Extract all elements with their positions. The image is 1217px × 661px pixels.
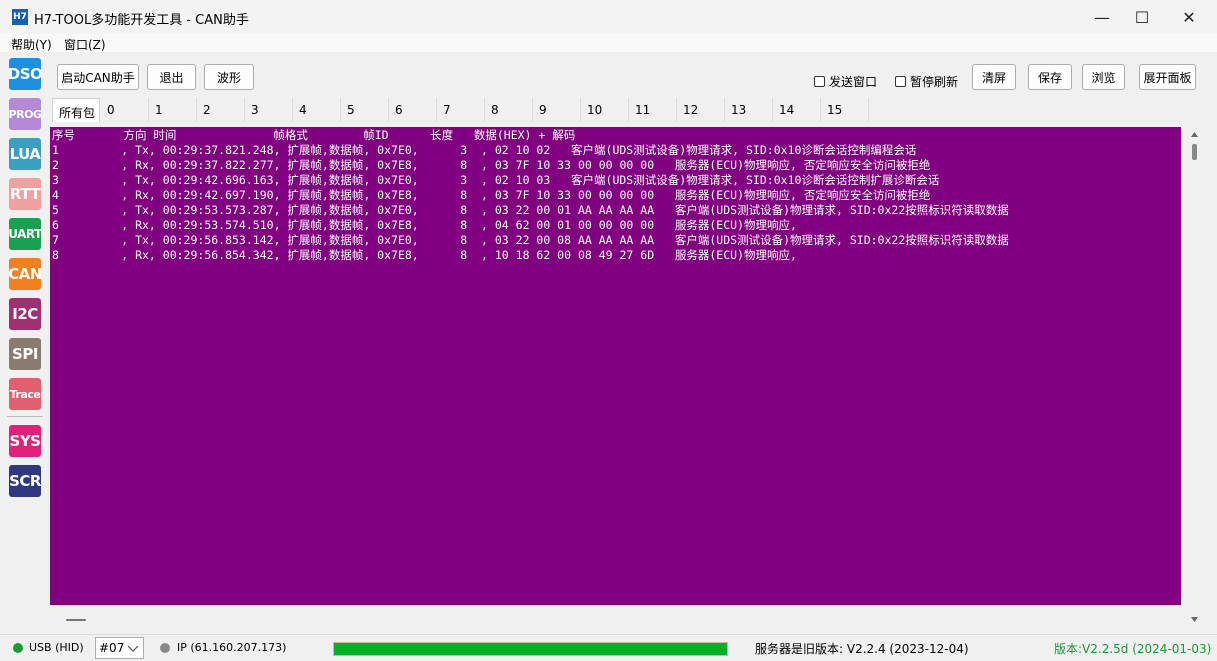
tab-15[interactable]: 15 — [821, 98, 869, 122]
tab-5[interactable]: 5 — [341, 98, 389, 122]
log-row: 6 , Rx, 00:29:53.574.510, 扩展帧,数据帧, 0x7E8… — [52, 218, 797, 232]
exit-button[interactable]: 退出 — [147, 64, 196, 90]
pause-refresh-checkbox[interactable]: 暂停刷新 — [895, 73, 958, 90]
usb-status: USB (HID) — [29, 641, 84, 654]
tab-10[interactable]: 10 — [581, 98, 629, 122]
sidebar-can-button[interactable]: CAN — [8, 258, 42, 290]
server-version-text: 服务器是旧版本: V2.2.4 (2023-12-04) — [755, 642, 969, 656]
save-button[interactable]: 保存 — [1028, 64, 1072, 90]
send-window-label: 发送窗口 — [829, 75, 878, 89]
sidebar-trace-button[interactable]: Trace — [9, 378, 41, 410]
sidebar-dso-button[interactable]: DSO — [8, 58, 43, 90]
sidebar-uart-button[interactable]: UART — [8, 218, 42, 250]
sidebar-scr-button[interactable]: SCR — [9, 465, 41, 497]
wave-button[interactable]: 波形 — [204, 64, 254, 90]
sidebar-spi-button[interactable]: SPI — [9, 338, 41, 370]
log-row: 4 , Rx, 00:29:42.697.190, 扩展帧,数据帧, 0x7E8… — [52, 188, 931, 202]
app-version-text: 版本:V2.2.5d (2024-01-03) — [1054, 642, 1212, 656]
maximize-button[interactable]: ☐ — [1119, 0, 1165, 34]
can-log-output[interactable]: 序号 方向 时间 帧格式 帧ID 长度 数据(HEX) + 解码 1 , Tx, … — [50, 127, 1181, 605]
horizontal-scrollbar[interactable] — [50, 611, 1181, 629]
tab-all-packets[interactable]: 所有包 — [52, 98, 100, 122]
menu-bar: 帮助(Y) 窗口(Z) — [0, 34, 1217, 52]
log-row: 3 , Tx, 00:29:42.696.163, 扩展帧,数据帧, 0x7E0… — [52, 173, 940, 187]
chevron-down-icon — [128, 646, 138, 652]
tab-9[interactable]: 9 — [533, 98, 581, 122]
checkbox-box[interactable] — [814, 76, 825, 87]
send-window-checkbox[interactable]: 发送窗口 — [814, 73, 877, 90]
module-sidebar: DSO PROG LUA RTT UART CAN I2C SPI Trace … — [0, 52, 50, 634]
menu-help[interactable]: 帮助(Y) — [11, 36, 52, 53]
tab-12[interactable]: 12 — [677, 98, 725, 122]
browse-button[interactable]: 浏览 — [1082, 64, 1125, 90]
usb-status-dot — [13, 643, 23, 653]
log-row: 2 , Rx, 00:29:37.822.277, 扩展帧,数据帧, 0x7E8… — [52, 158, 931, 172]
tab-3[interactable]: 3 — [245, 98, 293, 122]
log-row: 7 , Tx, 00:29:56.853.142, 扩展帧,数据帧, 0x7E0… — [52, 233, 1009, 247]
tab-7[interactable]: 7 — [437, 98, 485, 122]
start-can-button[interactable]: 启动CAN助手 — [57, 64, 139, 90]
tab-6[interactable]: 6 — [389, 98, 437, 122]
tab-0[interactable]: 0 — [101, 98, 149, 122]
log-row: 8 , Rx, 00:29:56.854.342, 扩展帧,数据帧, 0x7E8… — [52, 248, 797, 262]
tab-4[interactable]: 4 — [293, 98, 341, 122]
sidebar-rtt-button[interactable]: RTT — [9, 178, 41, 210]
sidebar-divider — [7, 416, 43, 417]
sidebar-i2c-button[interactable]: I2C — [9, 298, 41, 330]
status-bar: USB (HID) #07 IP (61.160.207.173) 服务器是旧版… — [0, 634, 1217, 661]
tab-2[interactable]: 2 — [197, 98, 245, 122]
device-select[interactable]: #07 — [95, 637, 144, 659]
sidebar-prog-button[interactable]: PROG — [9, 98, 42, 130]
log-row: 5 , Tx, 00:29:53.573.287, 扩展帧,数据帧, 0x7E0… — [52, 203, 1009, 217]
window-title: H7-TOOL多功能开发工具 - CAN助手 — [34, 13, 249, 28]
device-select-value: #07 — [99, 641, 125, 655]
ip-status-dot — [160, 643, 170, 653]
sidebar-lua-button[interactable]: LUA — [9, 138, 41, 170]
close-button[interactable]: ✕ — [1166, 0, 1212, 34]
expand-panel-button[interactable]: 展开面板 — [1139, 64, 1196, 90]
sidebar-sys-button[interactable]: SYS — [9, 425, 41, 457]
tab-14[interactable]: 14 — [773, 98, 821, 122]
tab-11[interactable]: 11 — [629, 98, 677, 122]
checkbox-box[interactable] — [895, 76, 906, 87]
progress-bar — [333, 642, 728, 656]
log-row: 1 , Tx, 00:29:37.821.248, 扩展帧,数据帧, 0x7E0… — [52, 143, 917, 157]
vertical-scrollbar[interactable] — [1186, 127, 1203, 629]
tab-8[interactable]: 8 — [485, 98, 533, 122]
log-header: 序号 方向 时间 帧格式 帧ID 长度 数据(HEX) + 解码 — [52, 128, 576, 142]
ip-status: IP (61.160.207.173) — [177, 641, 287, 654]
app-icon: H7 — [12, 9, 28, 25]
menu-window[interactable]: 窗口(Z) — [64, 36, 106, 53]
progress-fill — [334, 643, 727, 655]
pause-refresh-label: 暂停刷新 — [910, 75, 959, 89]
tab-13[interactable]: 13 — [725, 98, 773, 122]
scrollbar-graphics — [66, 619, 86, 621]
tab-1[interactable]: 1 — [149, 98, 197, 122]
clear-button[interactable]: 清屏 — [972, 64, 1016, 90]
title-bar: H7 H7-TOOL多功能开发工具 - CAN助手 — ☐ ✕ — [0, 0, 1217, 34]
scrollbar-graphics — [1191, 132, 1198, 622]
